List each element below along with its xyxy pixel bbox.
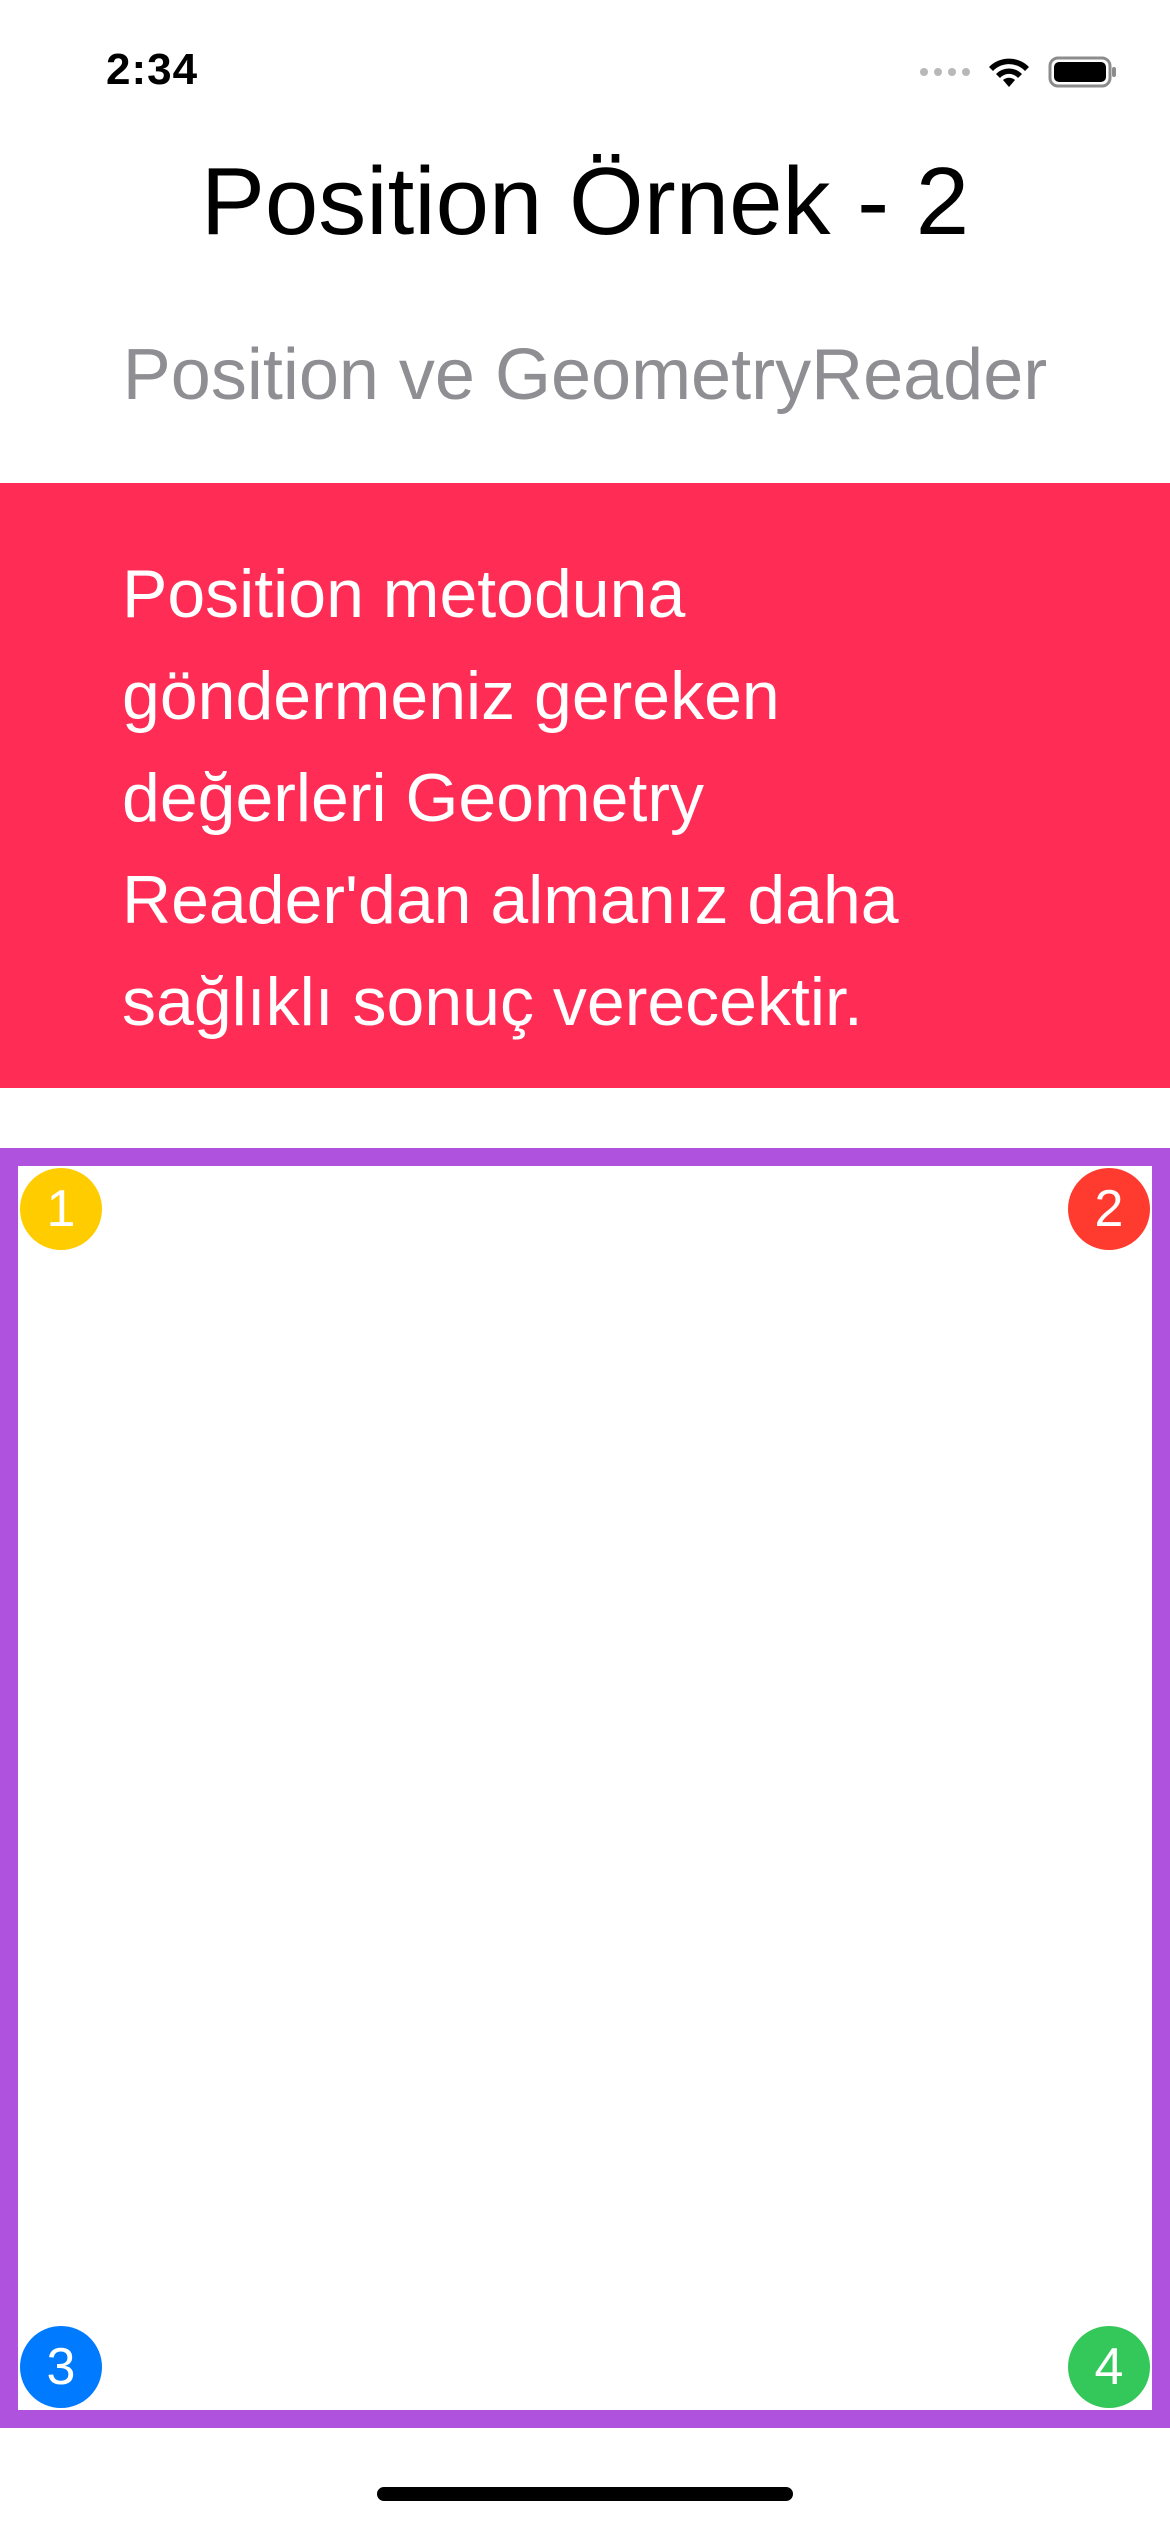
signal-icon: [920, 52, 970, 92]
wifi-icon: [986, 55, 1032, 89]
home-indicator[interactable]: [377, 2487, 793, 2501]
status-time: 2:34: [106, 45, 199, 94]
corner-badge-2: 2: [1068, 1168, 1150, 1250]
status-bar: 2:34: [0, 0, 1170, 140]
corner-badge-1: 1: [20, 1168, 102, 1250]
info-banner: Position metoduna göndermeniz gereken de…: [0, 483, 1170, 1088]
page-subtitle: Position ve GeometryReader: [122, 335, 1048, 415]
geometry-frame: 1 2 3 4: [0, 1148, 1170, 2428]
battery-icon: [1048, 55, 1118, 89]
page-title: Position Örnek - 2: [200, 148, 970, 255]
corner-badge-3: 3: [20, 2326, 102, 2408]
corner-badge-4: 4: [1068, 2326, 1150, 2408]
status-icons: [920, 52, 1118, 92]
info-banner-text: Position metoduna göndermeniz gereken de…: [122, 556, 899, 1040]
